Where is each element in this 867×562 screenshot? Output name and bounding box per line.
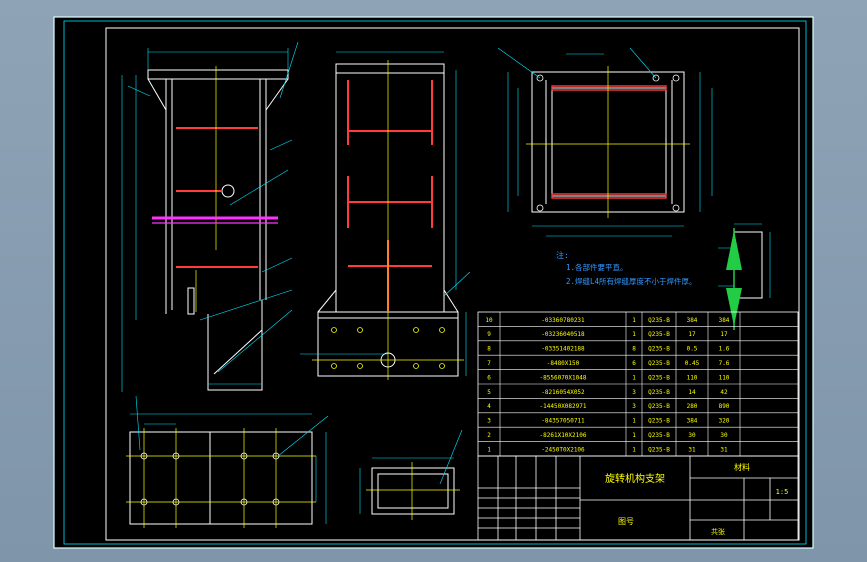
bom-cell-no: 8 [487, 346, 491, 353]
bom-cell-material: Q235-B [648, 389, 670, 396]
bom-cell-qty: 3 [632, 403, 636, 410]
bom-cell-code: -8261X10X2106 [540, 432, 587, 439]
bom-cell-code: -8556070X1048 [540, 374, 587, 381]
drawing-title: 旋转机构支架 [605, 472, 665, 485]
bom-cell-unit-weight: 384 [687, 317, 698, 324]
bom-cell-material: Q235-B [648, 374, 670, 381]
bom-cell-unit-weight: 0.5 [687, 346, 698, 353]
bom-cell-total-weight: 42 [720, 389, 728, 396]
bom-cell-total-weight: 7.6 [719, 360, 730, 367]
bom-cell-no: 7 [487, 360, 491, 367]
bom-cell-no: 4 [487, 403, 491, 410]
bom-cell-qty: 1 [632, 374, 636, 381]
bom-cell-qty: 8 [632, 346, 636, 353]
bom-cell-total-weight: 30 [720, 432, 728, 439]
cad-drawing-canvas: 注: 1.各部件要平直。 2.焊缝L4所有焊缝厚度不小于焊件厚。 10 -0336… [53, 16, 814, 549]
bom-cell-qty: 6 [632, 360, 636, 367]
bom-cell-material: Q235-B [648, 446, 670, 453]
bom-cell-material: Q235-B [648, 403, 670, 410]
sheet-label: 共张 [711, 527, 725, 536]
bom-cell-code: -03360780231 [541, 317, 585, 324]
note-line-2: 2.焊缝L4所有焊缝厚度不小于焊件厚。 [566, 276, 697, 286]
bom-cell-no: 10 [485, 317, 493, 324]
bom-cell-qty: 1 [632, 331, 636, 338]
bom-cell-unit-weight: 14 [688, 389, 696, 396]
bom-cell-total-weight: 320 [719, 418, 730, 425]
bom-cell-qty: 1 [632, 446, 636, 453]
notes-heading: 注: [556, 250, 569, 260]
scale-value: 1:5 [776, 488, 789, 496]
bom-cell-unit-weight: 17 [688, 331, 696, 338]
bom-cell-qty: 1 [632, 432, 636, 439]
bom-cell-unit-weight: 31 [688, 446, 696, 453]
bom-cell-material: Q235-B [648, 317, 670, 324]
bom-cell-material: Q235-B [648, 346, 670, 353]
bom-cell-code: -14450X082971 [540, 403, 587, 410]
bom-cell-total-weight: 31 [720, 446, 728, 453]
bom-cell-code: -2450T0X2106 [541, 446, 585, 453]
bom-cell-unit-weight: 280 [687, 403, 698, 410]
note-line-1: 1.各部件要平直。 [566, 262, 628, 272]
bom-cell-material: Q235-B [648, 418, 670, 425]
bom-cell-total-weight: 110 [719, 374, 730, 381]
bom-cell-no: 6 [487, 374, 491, 381]
bom-cell-unit-weight: 0.45 [685, 360, 700, 367]
bom-cell-code: -8216054X052 [541, 389, 585, 396]
bom-cell-total-weight: 384 [719, 317, 730, 324]
bom-cell-no: 1 [487, 446, 491, 453]
bom-cell-total-weight: 1.6 [719, 346, 730, 353]
bom-cell-material: Q235-B [648, 331, 670, 338]
bom-cell-material: Q235-B [648, 360, 670, 367]
bom-cell-no: 2 [487, 432, 491, 439]
bom-cell-no: 9 [487, 331, 491, 338]
drawing-number-label: 图号 [618, 517, 634, 526]
bom-cell-unit-weight: 384 [687, 418, 698, 425]
bom-cell-code: -03351402188 [541, 346, 585, 353]
bom-cell-total-weight: 17 [720, 331, 728, 338]
bom-cell-unit-weight: 110 [687, 374, 698, 381]
bom-cell-code: -03236040518 [541, 331, 585, 338]
bom-cell-no: 5 [487, 389, 491, 396]
bom-cell-total-weight: 890 [719, 403, 730, 410]
bom-cell-qty: 1 [632, 418, 636, 425]
material-label: 材料 [734, 462, 750, 472]
bom-cell-qty: 3 [632, 389, 636, 396]
bom-cell-qty: 1 [632, 317, 636, 324]
bom-cell-code: -84357050711 [541, 418, 585, 425]
bom-cell-code: -8480X150 [547, 360, 580, 367]
bom-cell-unit-weight: 30 [688, 432, 696, 439]
bom-cell-material: Q235-B [648, 432, 670, 439]
bom-cell-no: 3 [487, 418, 491, 425]
